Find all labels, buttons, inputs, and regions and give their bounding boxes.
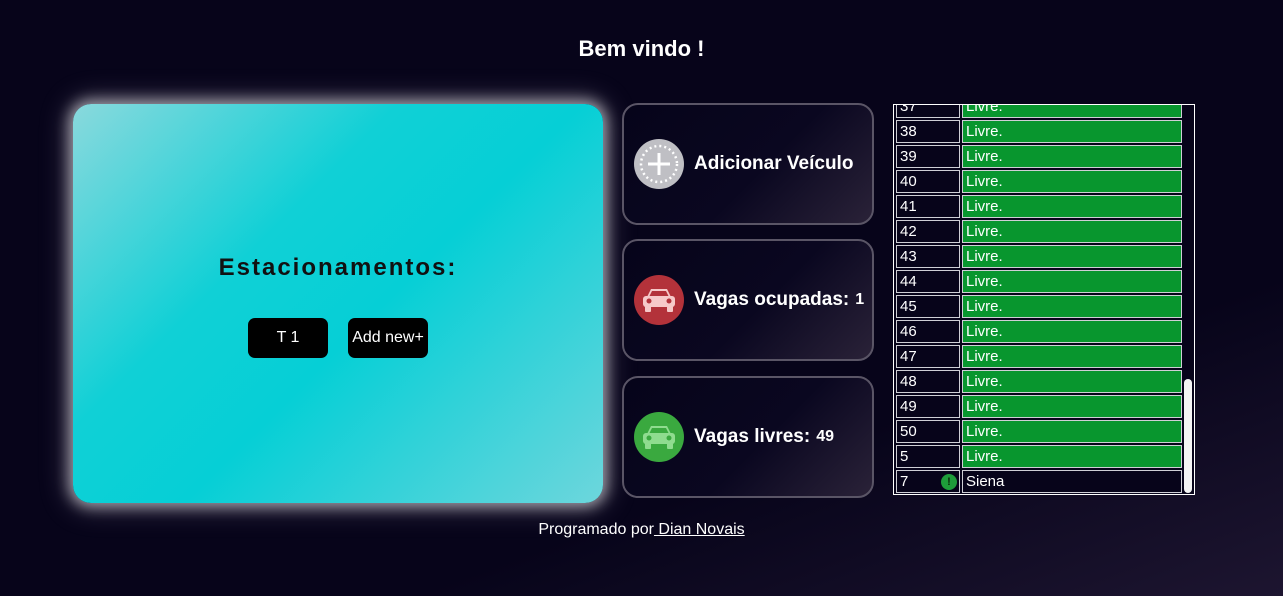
spot-status-cell: Livre.: [962, 370, 1182, 393]
spot-number: 48: [900, 373, 917, 390]
add-new-lot-button[interactable]: Add new+: [348, 318, 428, 358]
spot-status-cell: Livre.: [962, 245, 1182, 268]
spot-status-cell: Siena: [962, 470, 1182, 493]
spot-number: 49: [900, 398, 917, 415]
spot-number: 39: [900, 148, 917, 165]
table-row[interactable]: 38 Livre.: [895, 119, 1185, 144]
spot-number-cell: 37: [896, 104, 960, 118]
free-spots-label: Vagas livres:: [694, 426, 811, 447]
spot-status-cell: Livre.: [962, 420, 1182, 443]
spot-number-cell: 45: [896, 295, 960, 318]
spot-status-cell: Livre.: [962, 445, 1182, 468]
spot-number-cell: 41: [896, 195, 960, 218]
table-row[interactable]: 41 Livre.: [895, 194, 1185, 219]
table-row[interactable]: 46 Livre.: [895, 319, 1185, 344]
spot-number-cell: 44: [896, 270, 960, 293]
occupied-spots-label: Vagas ocupadas:: [694, 289, 850, 310]
table-row[interactable]: 5 Livre.: [895, 444, 1185, 469]
spot-number: 37: [900, 104, 917, 115]
spot-status-cell: Livre.: [962, 295, 1182, 318]
plus-circle-icon: [634, 139, 684, 189]
footer: Programado por Dian Novais: [0, 521, 1283, 539]
table-scrollbar[interactable]: [1184, 379, 1192, 493]
spot-number-cell: 38: [896, 120, 960, 143]
table-row[interactable]: 42 Livre.: [895, 219, 1185, 244]
page-title: Bem vindo !: [578, 36, 705, 61]
parking-lots-panel: Estacionamentos: T 1 Add new+: [73, 104, 603, 503]
table-row[interactable]: 48 Livre.: [895, 369, 1185, 394]
spot-number-cell: 39: [896, 145, 960, 168]
car-icon: [634, 412, 684, 462]
table-row[interactable]: 45 Livre.: [895, 294, 1185, 319]
lot-t1-button[interactable]: T 1: [248, 318, 328, 358]
table-row[interactable]: 49 Livre.: [895, 394, 1185, 419]
spot-number-cell: 46: [896, 320, 960, 343]
spot-status-cell: Livre.: [962, 270, 1182, 293]
alert-icon[interactable]: !: [941, 474, 957, 490]
free-spots-card: Vagas livres: 49: [622, 376, 874, 498]
car-icon: [634, 275, 684, 325]
occupied-spots-card: Vagas ocupadas: 1: [622, 239, 874, 361]
footer-credit-text: Programado por: [538, 521, 654, 538]
table-row[interactable]: 47 Livre.: [895, 344, 1185, 369]
add-vehicle-card[interactable]: Adicionar Veículo: [622, 103, 874, 225]
parking-spots-list: 37 Livre. 38 Livre. 39 Livre. 40 Livre. 41 Livre.…: [895, 104, 1185, 494]
spot-status-cell: Livre.: [962, 195, 1182, 218]
spot-number-cell: 47: [896, 345, 960, 368]
table-row[interactable]: 7! Siena: [895, 469, 1185, 494]
table-row[interactable]: 44 Livre.: [895, 269, 1185, 294]
spot-number-cell: 49: [896, 395, 960, 418]
table-row[interactable]: 40 Livre.: [895, 169, 1185, 194]
spot-status-cell: Livre.: [962, 105, 1182, 118]
spot-status-cell: Livre.: [962, 395, 1182, 418]
spot-number: 45: [900, 298, 917, 315]
spot-number: 5: [900, 448, 909, 465]
spot-number: 47: [900, 348, 917, 365]
spot-number: 44: [900, 273, 917, 290]
spot-number-cell: 43: [896, 245, 960, 268]
spot-status-cell: Livre.: [962, 170, 1182, 193]
author-link[interactable]: Dian Novais: [654, 521, 744, 538]
spot-status-cell: Livre.: [962, 220, 1182, 243]
table-row[interactable]: 37 Livre.: [895, 104, 1185, 119]
spot-number-cell: 50: [896, 420, 960, 443]
spot-number: 50: [900, 423, 917, 440]
spot-number: 41: [900, 198, 917, 215]
spot-number: 42: [900, 223, 917, 240]
table-row[interactable]: 39 Livre.: [895, 144, 1185, 169]
spot-number: 7: [900, 473, 909, 490]
spot-number-cell: 42: [896, 220, 960, 243]
free-spots-count: 49: [816, 428, 834, 445]
parking-spots-table[interactable]: 37 Livre. 38 Livre. 39 Livre. 40 Livre. 41 Livre.…: [893, 104, 1195, 495]
spot-number-cell: 5: [896, 445, 960, 468]
spot-number: 43: [900, 248, 917, 265]
spot-number: 40: [900, 173, 917, 190]
spot-number-cell: 48: [896, 370, 960, 393]
spot-number: 38: [900, 123, 917, 140]
add-vehicle-label: Adicionar Veículo: [694, 153, 854, 174]
spot-status-cell: Livre.: [962, 120, 1182, 143]
parking-lots-heading: Estacionamentos:: [218, 254, 458, 281]
occupied-spots-count: 1: [855, 291, 865, 308]
spot-status-cell: Livre.: [962, 320, 1182, 343]
spot-status-cell: Livre.: [962, 145, 1182, 168]
table-row[interactable]: 50 Livre.: [895, 419, 1185, 444]
spot-number-cell: 7!: [896, 470, 960, 493]
table-row[interactable]: 43 Livre.: [895, 244, 1185, 269]
spot-number: 46: [900, 323, 917, 340]
spot-status-cell: Livre.: [962, 345, 1182, 368]
spot-number-cell: 40: [896, 170, 960, 193]
